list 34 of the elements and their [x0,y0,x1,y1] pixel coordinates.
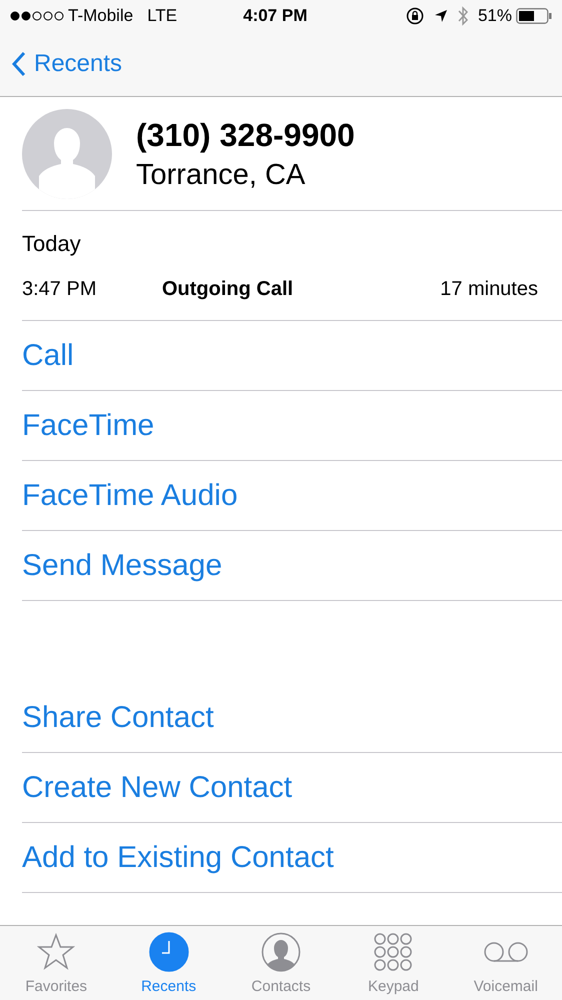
tab-item[interactable]: Voicemail [450,926,562,1000]
tab-item[interactable]: Keypad [337,926,450,1000]
status-time: 4:07 PM [243,5,308,28]
call-time: 3:47 PM [22,277,98,302]
network-type: LTE [147,5,178,28]
call-duration: 17 minutes [440,277,538,302]
action-link[interactable]: Share Contact [22,702,214,732]
clock-icon [148,932,189,972]
action-link[interactable]: Send Message [22,550,222,580]
action-link[interactable]: Create New Contact [22,772,292,802]
phone-number: (310) 328-9900 [136,116,355,155]
signal-icon [10,11,64,21]
carrier-name: T-Mobile [68,5,134,28]
tab-item[interactable]: Recents [112,926,225,1000]
action-link[interactable]: Call [22,340,74,370]
back-button[interactable]: Recents [12,46,122,82]
tab-item[interactable]: Favorites [0,926,112,1000]
call-date: Today [22,230,82,258]
location-arrow-icon [434,9,448,23]
bluetooth-icon [458,6,468,26]
chevron-left-icon [12,51,26,77]
keypad-icon [373,932,414,972]
battery-icon [516,8,552,24]
star-icon [36,932,76,972]
rotation-lock-icon [406,7,424,25]
action-link[interactable]: FaceTime [22,410,154,440]
caller-location: Torrance, CA [136,158,306,192]
person-icon [261,932,302,972]
avatar-icon [22,108,112,198]
call-type: Outgoing Call [162,277,294,302]
tab-item[interactable]: Contacts [224,926,338,1000]
battery-percent: 51% [478,5,512,28]
action-link[interactable]: Add to Existing Contact [22,842,334,872]
action-link[interactable]: FaceTime Audio [22,480,238,510]
